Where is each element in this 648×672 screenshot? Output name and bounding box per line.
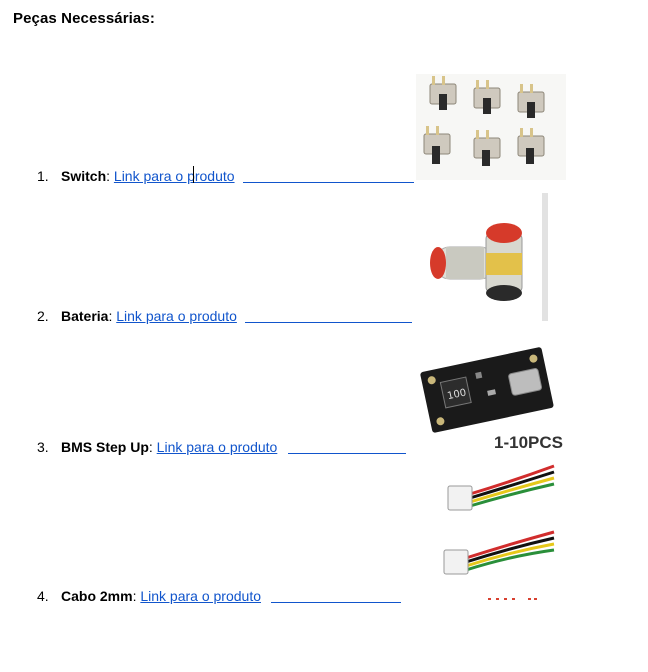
jst-cable-image xyxy=(440,460,556,600)
list-number: 4. xyxy=(37,588,49,604)
separator: : xyxy=(106,168,114,184)
separator: : xyxy=(148,439,157,455)
list-item-cabo: 4. Cabo 2mm: Link para o produto xyxy=(37,587,261,605)
item-name: BMS Step Up xyxy=(61,439,149,455)
slide-switch-image xyxy=(416,74,566,180)
page-heading: Peças Necessárias: xyxy=(13,10,155,27)
product-caption: 1-10PCS xyxy=(494,433,563,452)
list-item-bms: 3. BMS Step Up: Link para o produto xyxy=(37,438,277,456)
product-link-bms[interactable]: Link para o produto xyxy=(157,439,278,455)
product-link-bateria[interactable]: Link para o produto xyxy=(116,308,237,324)
jst-connector xyxy=(447,485,473,511)
bms-board-image: 100 1-10PCS xyxy=(416,330,576,454)
battery-right xyxy=(485,223,523,301)
item-name: Bateria xyxy=(61,308,109,324)
list-number: 3. xyxy=(37,439,49,455)
link-underline xyxy=(245,322,412,323)
list-item-switch: 1. Switch: Link para o produto xyxy=(37,167,235,185)
item-name: Cabo 2mm xyxy=(61,588,133,604)
list-item-bateria: 2. Bateria: Link para o produto xyxy=(37,307,237,325)
text-cursor xyxy=(193,166,194,183)
product-link-cabo[interactable]: Link para o produto xyxy=(140,588,261,604)
product-link-switch[interactable]: Link para o produto xyxy=(114,168,235,184)
list-number: 2. xyxy=(37,308,49,324)
item-name: Switch xyxy=(61,168,107,184)
link-underline xyxy=(271,602,401,603)
lipo-battery-image xyxy=(416,193,550,321)
link-underline xyxy=(243,182,414,183)
list-number: 1. xyxy=(37,168,49,184)
jst-connector xyxy=(443,549,469,575)
link-underline xyxy=(288,453,406,454)
